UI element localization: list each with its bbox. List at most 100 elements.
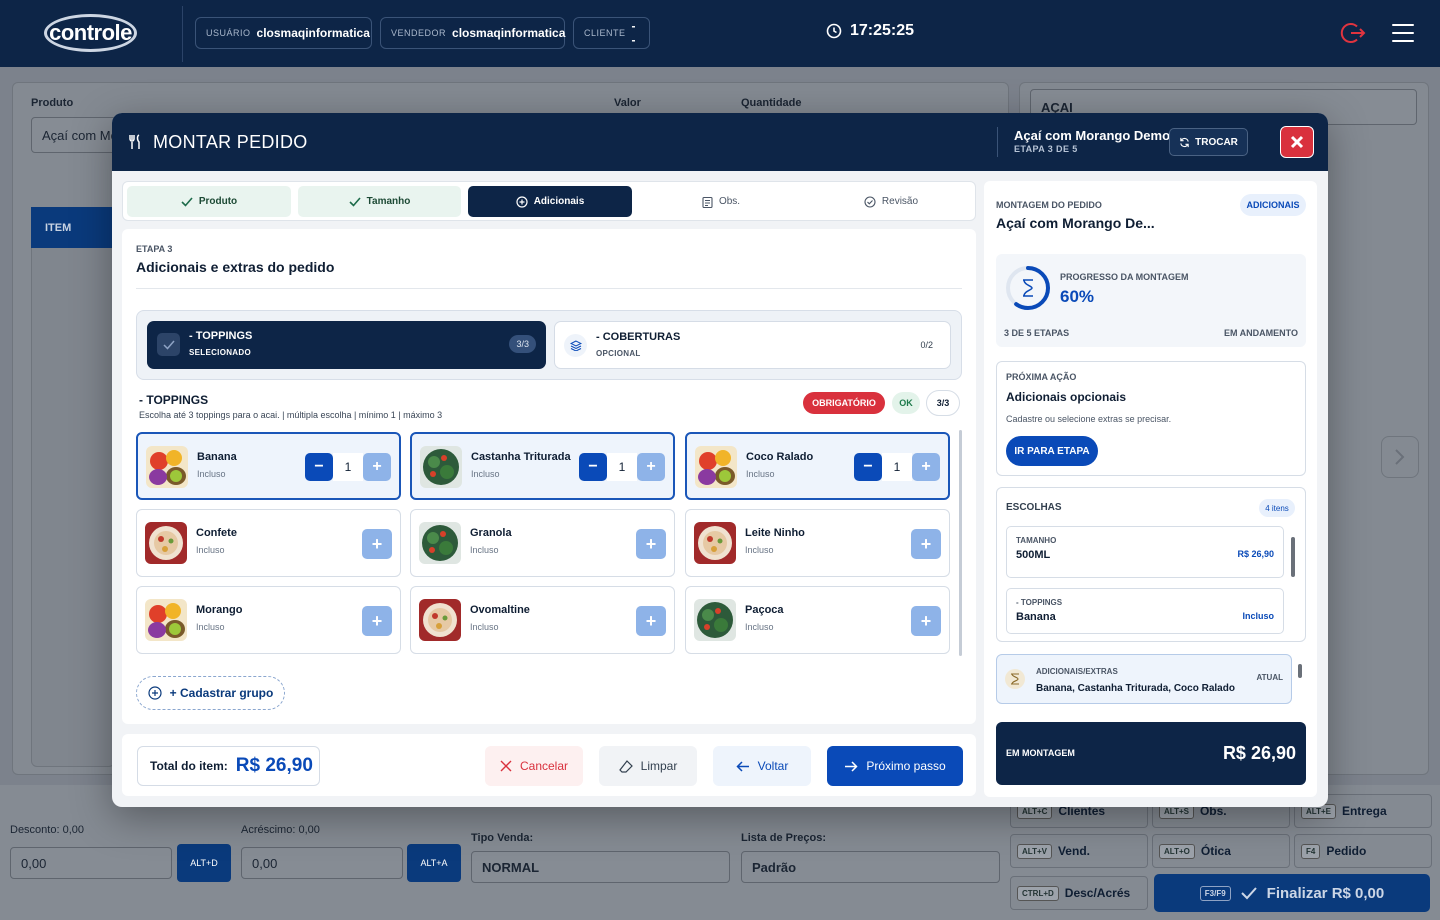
topping-price: Incluso [196,622,225,632]
hamburger-menu-icon[interactable] [1392,24,1414,42]
topping-item[interactable]: Banana Incluso −1 + [136,432,401,500]
group-count: 3/3 [509,335,536,353]
go-to-step-button[interactable]: IR PARA ETAPA [1006,436,1098,466]
clear-button[interactable]: Limpar [599,746,697,786]
choices-key: ESCOLHAS [1006,502,1062,513]
quantity-stepper: −1 + [305,453,391,481]
tab-label: Revisão [881,196,919,207]
tab-revisao[interactable]: Revisão [809,186,973,217]
add-button[interactable]: + [362,606,392,636]
product-thumbnail [145,599,187,641]
next-step-label: Próximo passo [866,759,946,773]
quantity-stepper: −1 + [854,453,940,481]
quantity-value[interactable]: 1 [882,453,912,481]
trocar-label: TROCAR [1195,136,1238,148]
add-button[interactable]: + [362,529,392,559]
topping-item[interactable]: Granola Incluso + [410,509,675,577]
close-modal-button[interactable] [1280,126,1314,158]
decrease-button[interactable]: − [579,453,607,481]
lista-precos-label: Lista de Preços: [741,832,826,844]
choice-group: TAMANHO [1016,536,1057,545]
add-button[interactable]: + [636,529,666,559]
client-pill[interactable]: CLIENTE -- [573,17,650,49]
quantity-value[interactable]: 1 [607,453,637,481]
scrollbar[interactable] [1291,537,1295,577]
step-content: ETAPA 3 Adicionais e extras do pedido - … [122,229,976,724]
group-status: OPCIONAL [596,349,641,358]
increase-button[interactable]: + [363,453,391,481]
scrollbar[interactable] [959,430,962,656]
otica-shortcut-button[interactable]: ALT+O Ótica [1152,834,1290,868]
current-tag: ATUAL [1256,673,1283,682]
quantity-value[interactable]: 1 [333,453,363,481]
choice-price: R$ 26,90 [1237,549,1274,559]
group-toppings[interactable]: - TOPPINGS SELECIONADO 3/3 [147,321,546,369]
topping-price: Incluso [470,545,499,555]
add-button[interactable]: + [911,606,941,636]
logo-text: controle [49,20,132,45]
selection-count-badge: 3/3 [926,390,960,416]
required-badge: OBRIGATÓRIO [803,392,885,414]
desc-acres-shortcut-button[interactable]: CTRL+D Desc/Acrés [1010,876,1148,910]
next-step-button[interactable]: Próximo passo [827,746,963,786]
decrease-button[interactable]: − [305,453,333,481]
group-coberturas[interactable]: - COBERTURAS OPCIONAL 0/2 [554,321,951,369]
back-label: Voltar [757,759,789,773]
topping-item[interactable]: Paçoca Incluso + [685,586,950,654]
add-button[interactable]: + [636,606,666,636]
trocar-button[interactable]: TROCAR [1169,128,1248,156]
cadastrar-grupo-button[interactable]: + Cadastrar grupo [136,676,285,710]
group-count: 0/2 [920,340,933,350]
refresh-icon [1180,137,1189,147]
summary-title: Açaí com Morango De... [996,215,1155,231]
current-step-badge: ADICIONAIS [1240,194,1306,216]
topping-item[interactable]: Castanha Triturada Incluso −1 + [410,432,675,500]
divider [182,6,183,62]
decrease-button[interactable]: − [854,453,882,481]
topping-price: Incluso [746,469,775,479]
tipo-venda-value: NORMAL [482,859,540,875]
summary-total-key: EM MONTAGEM [1006,748,1075,758]
shortcut-key: ALT+V [1017,843,1052,859]
item-total: Total do item: R$ 26,90 [137,746,320,786]
desconto-input[interactable]: 0,00 [10,847,172,879]
next-action-card: PRÓXIMA AÇÃO Adicionais opcionais Cadast… [996,361,1306,476]
finalizar-button[interactable]: F3/F9 Finalizar R$ 0,00 [1154,874,1430,912]
divider [997,127,998,157]
logout-icon[interactable] [1340,20,1366,46]
tab-tamanho[interactable]: Tamanho [298,186,461,217]
tab-obs[interactable]: Obs. [639,186,803,217]
topping-item[interactable]: Ovomaltine Incluso + [410,586,675,654]
lista-precos-value: Padrão [752,859,797,875]
topping-price: Incluso [471,469,500,479]
close-icon [500,760,512,772]
quantity-stepper: −1 + [579,453,665,481]
topping-name: Ovomaltine [470,604,530,616]
acrescimo-input[interactable]: 0,00 [241,847,403,879]
increase-button[interactable]: + [637,453,665,481]
tipo-venda-select[interactable]: NORMAL [471,851,730,883]
cancel-button[interactable]: Cancelar [485,746,583,786]
back-button[interactable]: Voltar [713,746,811,786]
next-arrow-button[interactable] [1381,436,1419,478]
topping-item[interactable]: Leite Ninho Incluso + [685,509,950,577]
choice-item: - TOPPINGS Banana Incluso [1006,588,1284,634]
client-key: CLIENTE [584,28,626,38]
modal-title: MONTAR PEDIDO [153,132,308,152]
scrollbar[interactable] [1298,664,1302,678]
topping-item[interactable]: Coco Ralado Incluso −1 + [685,432,950,500]
topping-item[interactable]: Morango Incluso + [136,586,401,654]
vend-shortcut-button[interactable]: ALT+V Vend. [1010,834,1148,868]
pedido-shortcut-button[interactable]: F4 Pedido [1294,834,1432,868]
acrescimo-shortcut-button[interactable]: ALT+A [407,844,461,882]
tab-produto[interactable]: Produto [127,186,291,217]
topping-item[interactable]: Confete Incluso + [136,509,401,577]
increase-button[interactable]: + [912,453,940,481]
lista-precos-select[interactable]: Padrão [741,851,1000,883]
product-thumbnail [420,446,462,488]
tab-adicionais[interactable]: Adicionais [468,186,632,217]
topping-name: Leite Ninho [745,527,805,539]
desconto-shortcut-button[interactable]: ALT+D [177,844,231,882]
choices-count-badge: 4 itens [1259,499,1295,517]
add-button[interactable]: + [911,529,941,559]
